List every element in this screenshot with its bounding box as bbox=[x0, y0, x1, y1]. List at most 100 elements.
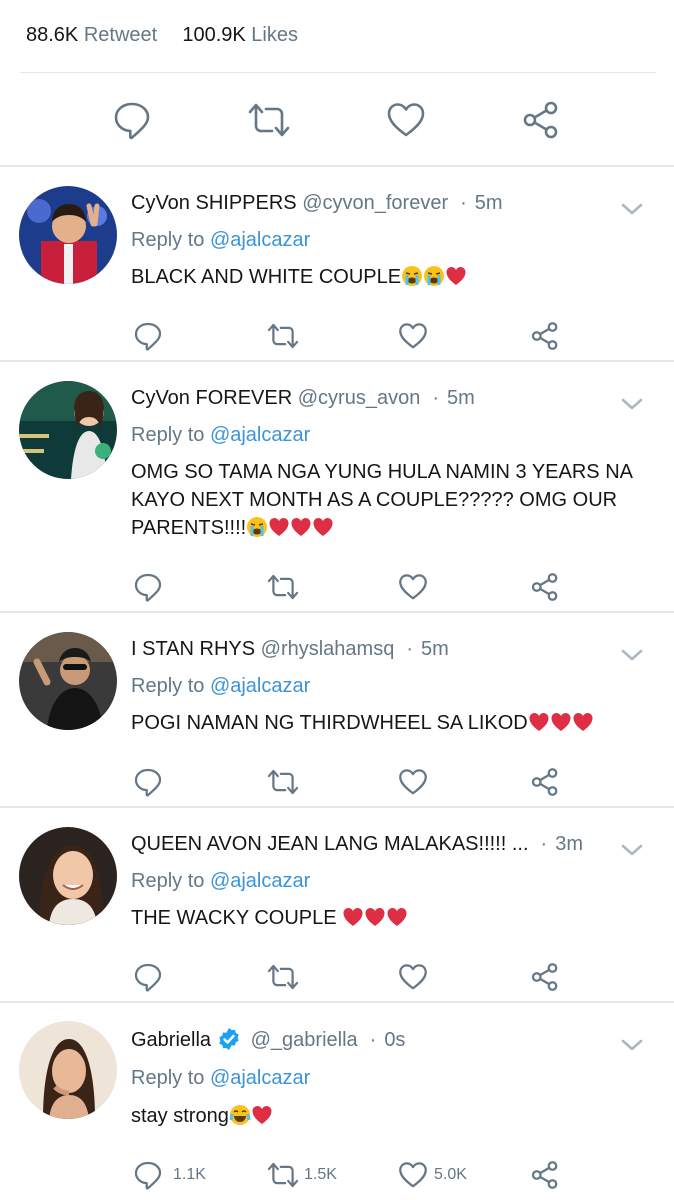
reply-button[interactable] bbox=[133, 320, 163, 352]
tweet-stats: 88.6K Retweet 100.9K Likes bbox=[26, 24, 298, 47]
red-heart-emoji bbox=[269, 518, 289, 536]
timestamp: 0s bbox=[384, 1029, 406, 1051]
like-button[interactable] bbox=[382, 96, 430, 144]
username[interactable]: @rhyslahamsq bbox=[261, 638, 395, 660]
red-heart-emoji bbox=[343, 908, 363, 926]
retweet-icon bbox=[267, 323, 299, 349]
share-button[interactable] bbox=[530, 766, 560, 798]
retweet-button[interactable] bbox=[245, 96, 293, 144]
reply-tweet[interactable]: CyVon FOREVER @cyrus_avon · 5m Reply to @a… bbox=[0, 362, 674, 613]
share-button[interactable] bbox=[530, 961, 560, 993]
avatar[interactable] bbox=[19, 827, 117, 925]
display-name[interactable]: QUEEN AVON JEAN LANG MALAKAS!!!!! ... bbox=[131, 833, 529, 855]
reply-text: BLACK AND WHITE COUPLE bbox=[131, 263, 636, 291]
like-button[interactable] bbox=[398, 571, 428, 603]
reply-tweet[interactable]: QUEEN AVON JEAN LANG MALAKAS!!!!! ... · 3m… bbox=[0, 808, 674, 1003]
reply-header: CyVon FOREVER @cyrus_avon · 5m bbox=[131, 387, 475, 409]
red-heart-emoji bbox=[446, 267, 466, 285]
chevron-down-icon[interactable] bbox=[620, 643, 644, 667]
display-name[interactable]: CyVon FOREVER bbox=[131, 387, 292, 409]
retweet-button[interactable] bbox=[266, 571, 300, 603]
reply-button[interactable] bbox=[133, 961, 163, 993]
chevron-down-icon[interactable] bbox=[620, 197, 644, 221]
like-button[interactable] bbox=[398, 320, 428, 352]
crying-face-emoji bbox=[402, 266, 423, 286]
reply-icon bbox=[114, 102, 150, 140]
username[interactable]: @cyvon_forever bbox=[302, 192, 448, 214]
red-heart-emoji bbox=[313, 518, 333, 536]
retweet-icon bbox=[267, 964, 299, 990]
retweet-button[interactable] bbox=[266, 320, 300, 352]
timestamp: 3m bbox=[555, 833, 583, 855]
share-icon bbox=[531, 573, 558, 601]
reply-button[interactable] bbox=[108, 96, 156, 144]
like-button[interactable] bbox=[398, 766, 428, 798]
avatar[interactable] bbox=[19, 632, 117, 730]
reply-actions bbox=[0, 766, 674, 798]
share-button[interactable] bbox=[530, 1159, 560, 1191]
retweet-label[interactable]: Retweet bbox=[84, 24, 157, 46]
like-icon bbox=[399, 323, 427, 349]
reply-context: Reply to @ajalcazar bbox=[131, 870, 311, 892]
reply-count: 1.1K bbox=[173, 1166, 206, 1183]
crying-face-emoji bbox=[247, 517, 268, 537]
share-icon bbox=[523, 101, 558, 139]
share-button[interactable] bbox=[530, 320, 560, 352]
retweet-icon bbox=[267, 1162, 299, 1188]
reply-text: OMG SO TAMA NGA YUNG HULA NAMIN 3 YEARS … bbox=[131, 461, 632, 539]
retweet-icon bbox=[248, 103, 290, 137]
reply-button[interactable]: 1.1K bbox=[133, 1159, 206, 1191]
share-button[interactable] bbox=[517, 96, 565, 144]
reply-tweet[interactable]: I STAN RHYS @rhyslahamsq · 5m Reply to @aj… bbox=[0, 613, 674, 808]
mention-link[interactable]: @ajalcazar bbox=[210, 229, 310, 251]
share-icon bbox=[531, 1161, 558, 1189]
username[interactable]: @cyrus_avon bbox=[298, 387, 421, 409]
reply-text: THE WACKY COUPLE bbox=[131, 904, 636, 932]
mention-link[interactable]: @ajalcazar bbox=[210, 1067, 310, 1089]
reply-context: Reply to @ajalcazar bbox=[131, 424, 311, 446]
display-name[interactable]: CyVon SHIPPERS bbox=[131, 192, 297, 214]
like-button[interactable] bbox=[398, 961, 428, 993]
reply-button[interactable] bbox=[133, 571, 163, 603]
red-heart-emoji bbox=[291, 518, 311, 536]
chevron-down-icon[interactable] bbox=[620, 392, 644, 416]
retweet-button[interactable] bbox=[266, 961, 300, 993]
chevron-down-icon[interactable] bbox=[620, 838, 644, 862]
reply-context: Reply to @ajalcazar bbox=[131, 675, 311, 697]
reply-context: Reply to @ajalcazar bbox=[131, 229, 311, 251]
like-icon bbox=[399, 1162, 427, 1188]
mention-link[interactable]: @ajalcazar bbox=[210, 870, 310, 892]
reply-icon bbox=[134, 1161, 162, 1190]
reply-tweet[interactable]: Gabriella @_gabriella · 0s Reply to @ajalc… bbox=[0, 1003, 674, 1200]
like-icon bbox=[399, 574, 427, 600]
retweet-button[interactable] bbox=[266, 766, 300, 798]
display-name[interactable]: Gabriella bbox=[131, 1029, 211, 1051]
reply-icon bbox=[134, 963, 162, 992]
avatar[interactable] bbox=[19, 186, 117, 284]
like-button[interactable]: 5.0K bbox=[398, 1159, 467, 1191]
reply-actions bbox=[0, 961, 674, 993]
chevron-down-icon[interactable] bbox=[620, 1033, 644, 1057]
reply-icon bbox=[134, 768, 162, 797]
mention-link[interactable]: @ajalcazar bbox=[210, 424, 310, 446]
retweet-count: 88.6K bbox=[26, 24, 79, 46]
share-button[interactable] bbox=[530, 571, 560, 603]
mention-link[interactable]: @ajalcazar bbox=[210, 675, 310, 697]
username[interactable]: @_gabriella bbox=[251, 1029, 358, 1051]
reply-button[interactable] bbox=[133, 766, 163, 798]
reply-icon bbox=[134, 322, 162, 351]
reply-actions bbox=[0, 571, 674, 603]
avatar[interactable] bbox=[19, 381, 117, 479]
avatar[interactable] bbox=[19, 1021, 117, 1119]
red-heart-emoji bbox=[529, 713, 549, 731]
display-name[interactable]: I STAN RHYS bbox=[131, 638, 255, 660]
reply-tweet[interactable]: CyVon SHIPPERS @cyvon_forever · 5m Reply t… bbox=[0, 167, 674, 362]
reply-header: CyVon SHIPPERS @cyvon_forever · 5m bbox=[131, 192, 503, 214]
divider bbox=[20, 72, 656, 73]
red-heart-emoji bbox=[551, 713, 571, 731]
like-icon bbox=[399, 769, 427, 795]
retweet-button[interactable]: 1.5K bbox=[266, 1159, 337, 1191]
likes-label[interactable]: Likes bbox=[251, 24, 298, 46]
timestamp: 5m bbox=[446, 387, 475, 409]
laughing-face-emoji bbox=[229, 1105, 251, 1125]
